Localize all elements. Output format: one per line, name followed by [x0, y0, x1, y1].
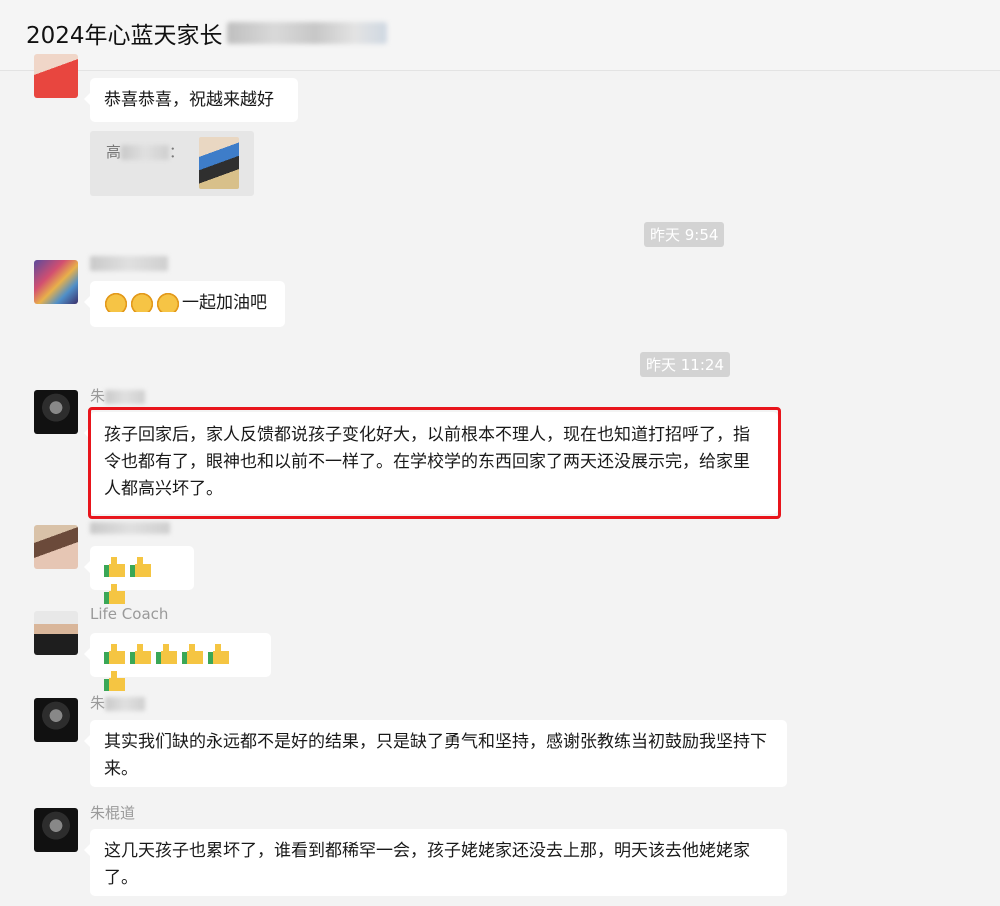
- thumbs-up-icon: [208, 644, 232, 664]
- thumbs-up-icon: [104, 584, 128, 604]
- handshake-icon: [156, 292, 180, 312]
- avatar[interactable]: [34, 808, 78, 852]
- blurred-title-suffix: [226, 22, 387, 44]
- message-bubble[interactable]: 一起加油吧: [84, 281, 285, 327]
- handshake-icon: [104, 292, 128, 312]
- sender-name: Life Coach: [90, 605, 169, 623]
- sender-name-blurred: [90, 518, 170, 536]
- thumbs-up-icon: [104, 644, 128, 664]
- avatar[interactable]: [34, 390, 78, 434]
- message-bubble[interactable]: 这几天孩子也累坏了，谁看到都稀罕一会，孩子姥姥家还没去上那，明天该去他姥姥家了。: [84, 829, 787, 896]
- sender-name: 朱: [90, 692, 146, 713]
- avatar[interactable]: [34, 611, 78, 655]
- sender-name: 朱棍道: [90, 804, 136, 822]
- thumbs-up-icon: [104, 557, 128, 577]
- handshake-icon: [130, 292, 154, 312]
- thumbs-up-icon: [182, 644, 206, 664]
- highlight-frame: [88, 407, 781, 519]
- sender-name-blurred: [90, 254, 168, 272]
- avatar[interactable]: [34, 54, 78, 98]
- thumbs-up-icon: [130, 557, 154, 577]
- message-bubble[interactable]: [84, 633, 271, 691]
- message-bubble[interactable]: 其实我们缺的永远都不是好的结果，只是缺了勇气和坚持，感谢张教练当初鼓励我坚持下来…: [84, 720, 787, 787]
- chat-title[interactable]: 2024年心蓝天家长: [26, 16, 387, 50]
- avatar[interactable]: [34, 525, 78, 569]
- avatar[interactable]: [34, 698, 78, 742]
- thumbs-up-icon: [156, 644, 180, 664]
- quoted-message[interactable]: 高：: [90, 131, 254, 196]
- sender-name: 朱: [90, 385, 146, 406]
- thumbs-up-icon: [104, 671, 128, 691]
- timestamp: 昨天 9:54: [644, 222, 725, 247]
- message-bubble[interactable]: 恭喜恭喜，祝越来越好: [84, 78, 298, 122]
- timestamp: 昨天 11:24: [640, 352, 730, 377]
- quote-image-thumbnail[interactable]: [199, 137, 239, 189]
- quote-sender: 高：: [106, 143, 185, 161]
- avatar[interactable]: [34, 260, 78, 304]
- chat-header: 2024年心蓝天家长: [0, 0, 1000, 71]
- message-bubble[interactable]: [84, 546, 194, 604]
- thumbs-up-icon: [130, 644, 154, 664]
